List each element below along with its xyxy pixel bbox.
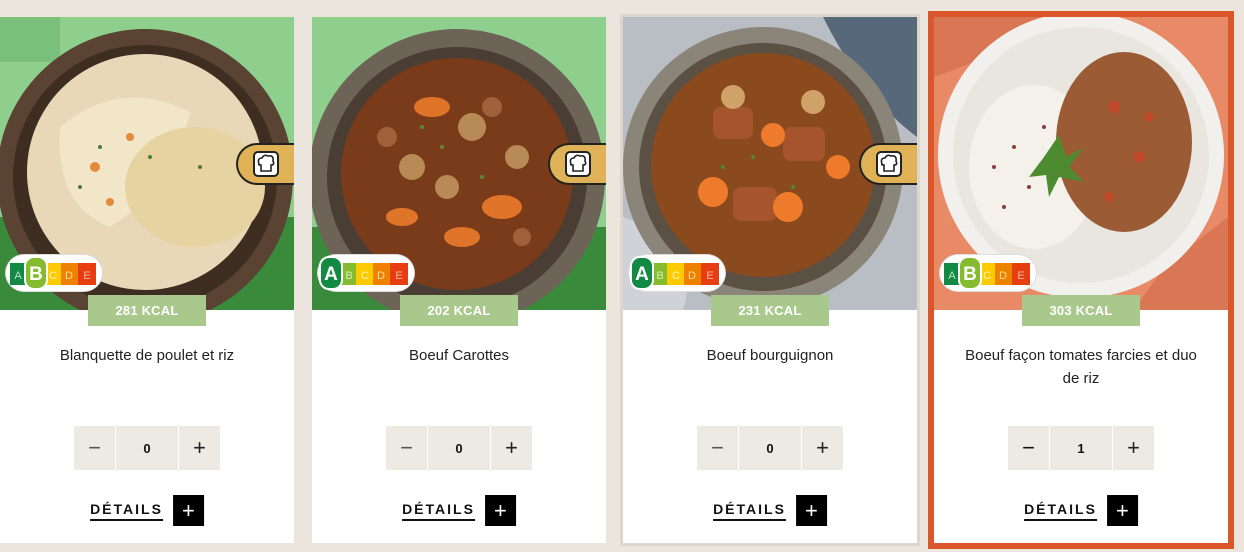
svg-text:E: E (706, 270, 713, 282)
product-name: Boeuf façon tomates farcies et duo de ri… (965, 347, 1197, 387)
details-plus-icon[interactable]: + (795, 495, 827, 526)
quantity-stepper: − 0 + (697, 426, 843, 470)
details-plus-icon[interactable]: + (1106, 495, 1138, 526)
svg-text:C: C (49, 270, 57, 282)
svg-text:A: A (635, 264, 649, 285)
decrement-button[interactable]: − (697, 426, 738, 470)
quantity-stepper: − 0 + (74, 426, 220, 470)
svg-text:D: D (65, 270, 73, 282)
details-plus-icon[interactable]: + (172, 495, 204, 526)
quantity-value: 0 (738, 426, 802, 470)
details-link[interactable]: DÉTAILS + (402, 495, 516, 526)
increment-button[interactable]: + (1113, 426, 1154, 470)
details-label[interactable]: DÉTAILS (713, 501, 786, 521)
product-card[interactable]: B A C D E 281 KCAL Blanquette de poulet … (0, 17, 294, 543)
decrement-button[interactable]: − (386, 426, 427, 470)
nutriscore-badge: B A C D E (940, 255, 1036, 291)
product-card[interactable]: A B C D E 231 KCAL Boeuf bourguignon − 0… (623, 17, 917, 543)
details-label[interactable]: DÉTAILS (90, 501, 163, 521)
svg-text:C: C (361, 270, 369, 282)
svg-text:B: B (29, 264, 43, 285)
svg-text:C: C (672, 270, 680, 282)
details-label[interactable]: DÉTAILS (1024, 501, 1097, 521)
svg-text:D: D (999, 270, 1007, 282)
nutriscore-badge: A B C D E (629, 255, 725, 291)
kcal-badge: 231 KCAL (711, 295, 829, 326)
details-link[interactable]: DÉTAILS + (1024, 495, 1138, 526)
kcal-badge: 202 KCAL (400, 295, 518, 326)
product-card[interactable]: A B C D E 202 KCAL Boeuf Carottes − 0 + … (312, 17, 606, 543)
svg-text:B: B (656, 270, 663, 282)
product-name: Blanquette de poulet et riz (59, 347, 235, 364)
svg-text:B: B (345, 270, 352, 282)
svg-text:C: C (983, 270, 991, 282)
chef-hat-icon (236, 143, 294, 185)
chef-hat-icon (859, 143, 917, 185)
quantity-value: 1 (1049, 426, 1113, 470)
kcal-badge: 281 KCAL (88, 295, 206, 326)
product-name: Boeuf Carottes (408, 347, 510, 364)
details-link[interactable]: DÉTAILS + (90, 495, 204, 526)
decrement-button[interactable]: − (74, 426, 115, 470)
kcal-badge: 303 KCAL (1022, 295, 1140, 326)
svg-text:A: A (14, 270, 22, 282)
quantity-value: 0 (427, 426, 491, 470)
quantity-stepper: − 0 + (386, 426, 532, 470)
svg-text:E: E (1017, 270, 1024, 282)
product-name: Boeuf bourguignon (706, 347, 834, 364)
nutriscore-badge: A B C D E (318, 255, 414, 291)
svg-text:A: A (948, 270, 956, 282)
details-plus-icon[interactable]: + (484, 495, 516, 526)
increment-button[interactable]: + (491, 426, 532, 470)
svg-text:B: B (963, 264, 977, 285)
increment-button[interactable]: + (802, 426, 843, 470)
product-card-selected[interactable]: B A C D E 303 KCAL Boeuf façon tomates f… (928, 11, 1234, 549)
svg-text:A: A (324, 264, 338, 285)
chef-hat-icon (548, 143, 606, 185)
svg-text:E: E (395, 270, 402, 282)
nutriscore-badge: B A C D E (6, 255, 102, 291)
decrement-button[interactable]: − (1008, 426, 1049, 470)
quantity-value: 0 (115, 426, 179, 470)
increment-button[interactable]: + (179, 426, 220, 470)
details-label[interactable]: DÉTAILS (402, 501, 475, 521)
svg-text:D: D (377, 270, 385, 282)
svg-text:E: E (83, 270, 90, 282)
quantity-stepper: − 1 + (1008, 426, 1154, 470)
details-link[interactable]: DÉTAILS + (713, 495, 827, 526)
svg-text:D: D (688, 270, 696, 282)
